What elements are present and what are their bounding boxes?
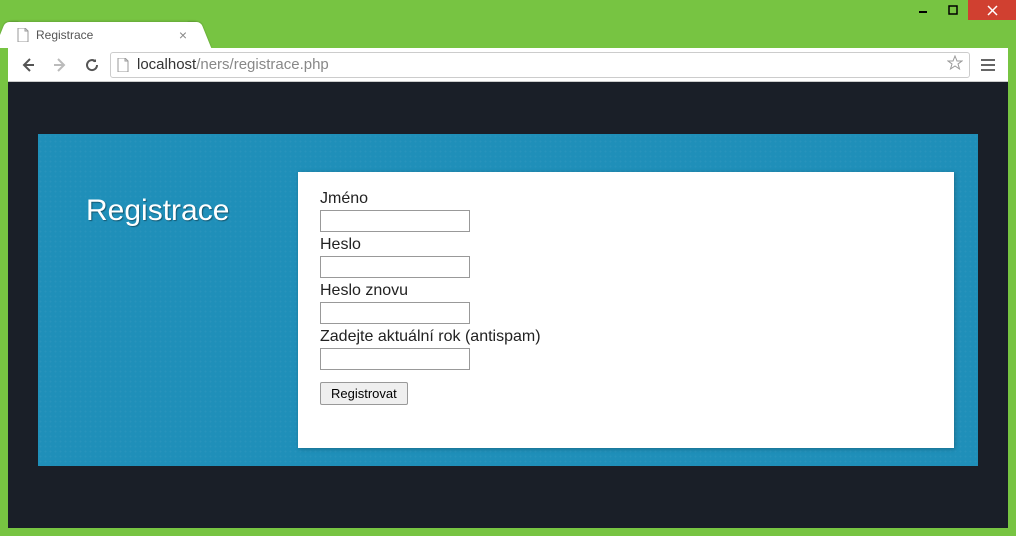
tab-title: Registrace xyxy=(36,28,93,42)
content-band: Registrace Jméno Heslo Heslo znovu Zadej… xyxy=(38,134,978,466)
address-bar[interactable]: localhost/ners/registrace.php xyxy=(110,52,970,78)
antispam-label: Zadejte aktuální rok (antispam) xyxy=(320,328,932,346)
page-viewport: Registrace Jméno Heslo Heslo znovu Zadej… xyxy=(8,82,1008,528)
page-title: Registrace xyxy=(86,194,229,228)
browser-tab[interactable]: Registrace × xyxy=(8,22,198,48)
maximize-button[interactable] xyxy=(938,0,968,20)
close-tab-icon[interactable]: × xyxy=(176,27,190,43)
antispam-input[interactable] xyxy=(320,348,470,370)
password-input[interactable] xyxy=(320,256,470,278)
menu-button[interactable] xyxy=(974,51,1002,79)
close-window-button[interactable] xyxy=(968,0,1016,20)
name-input[interactable] xyxy=(320,210,470,232)
register-button[interactable]: Registrovat xyxy=(320,382,408,405)
forward-button[interactable] xyxy=(46,51,74,79)
back-button[interactable] xyxy=(14,51,42,79)
minimize-button[interactable] xyxy=(908,0,938,20)
password-again-input[interactable] xyxy=(320,302,470,324)
browser-toolbar: localhost/ners/registrace.php xyxy=(8,48,1008,82)
password-label: Heslo xyxy=(320,236,932,254)
bookmark-star-icon[interactable] xyxy=(947,55,963,75)
reload-button[interactable] xyxy=(78,51,106,79)
registration-form-panel: Jméno Heslo Heslo znovu Zadejte aktuální… xyxy=(298,172,954,448)
password-again-label: Heslo znovu xyxy=(320,282,932,300)
name-label: Jméno xyxy=(320,190,932,208)
url-host: localhost xyxy=(137,56,196,73)
tab-strip: Registrace × xyxy=(8,20,1008,48)
url-path: /ners/registrace.php xyxy=(196,56,329,73)
window-controls xyxy=(908,0,1016,20)
file-icon xyxy=(16,28,30,42)
file-icon xyxy=(117,57,131,73)
